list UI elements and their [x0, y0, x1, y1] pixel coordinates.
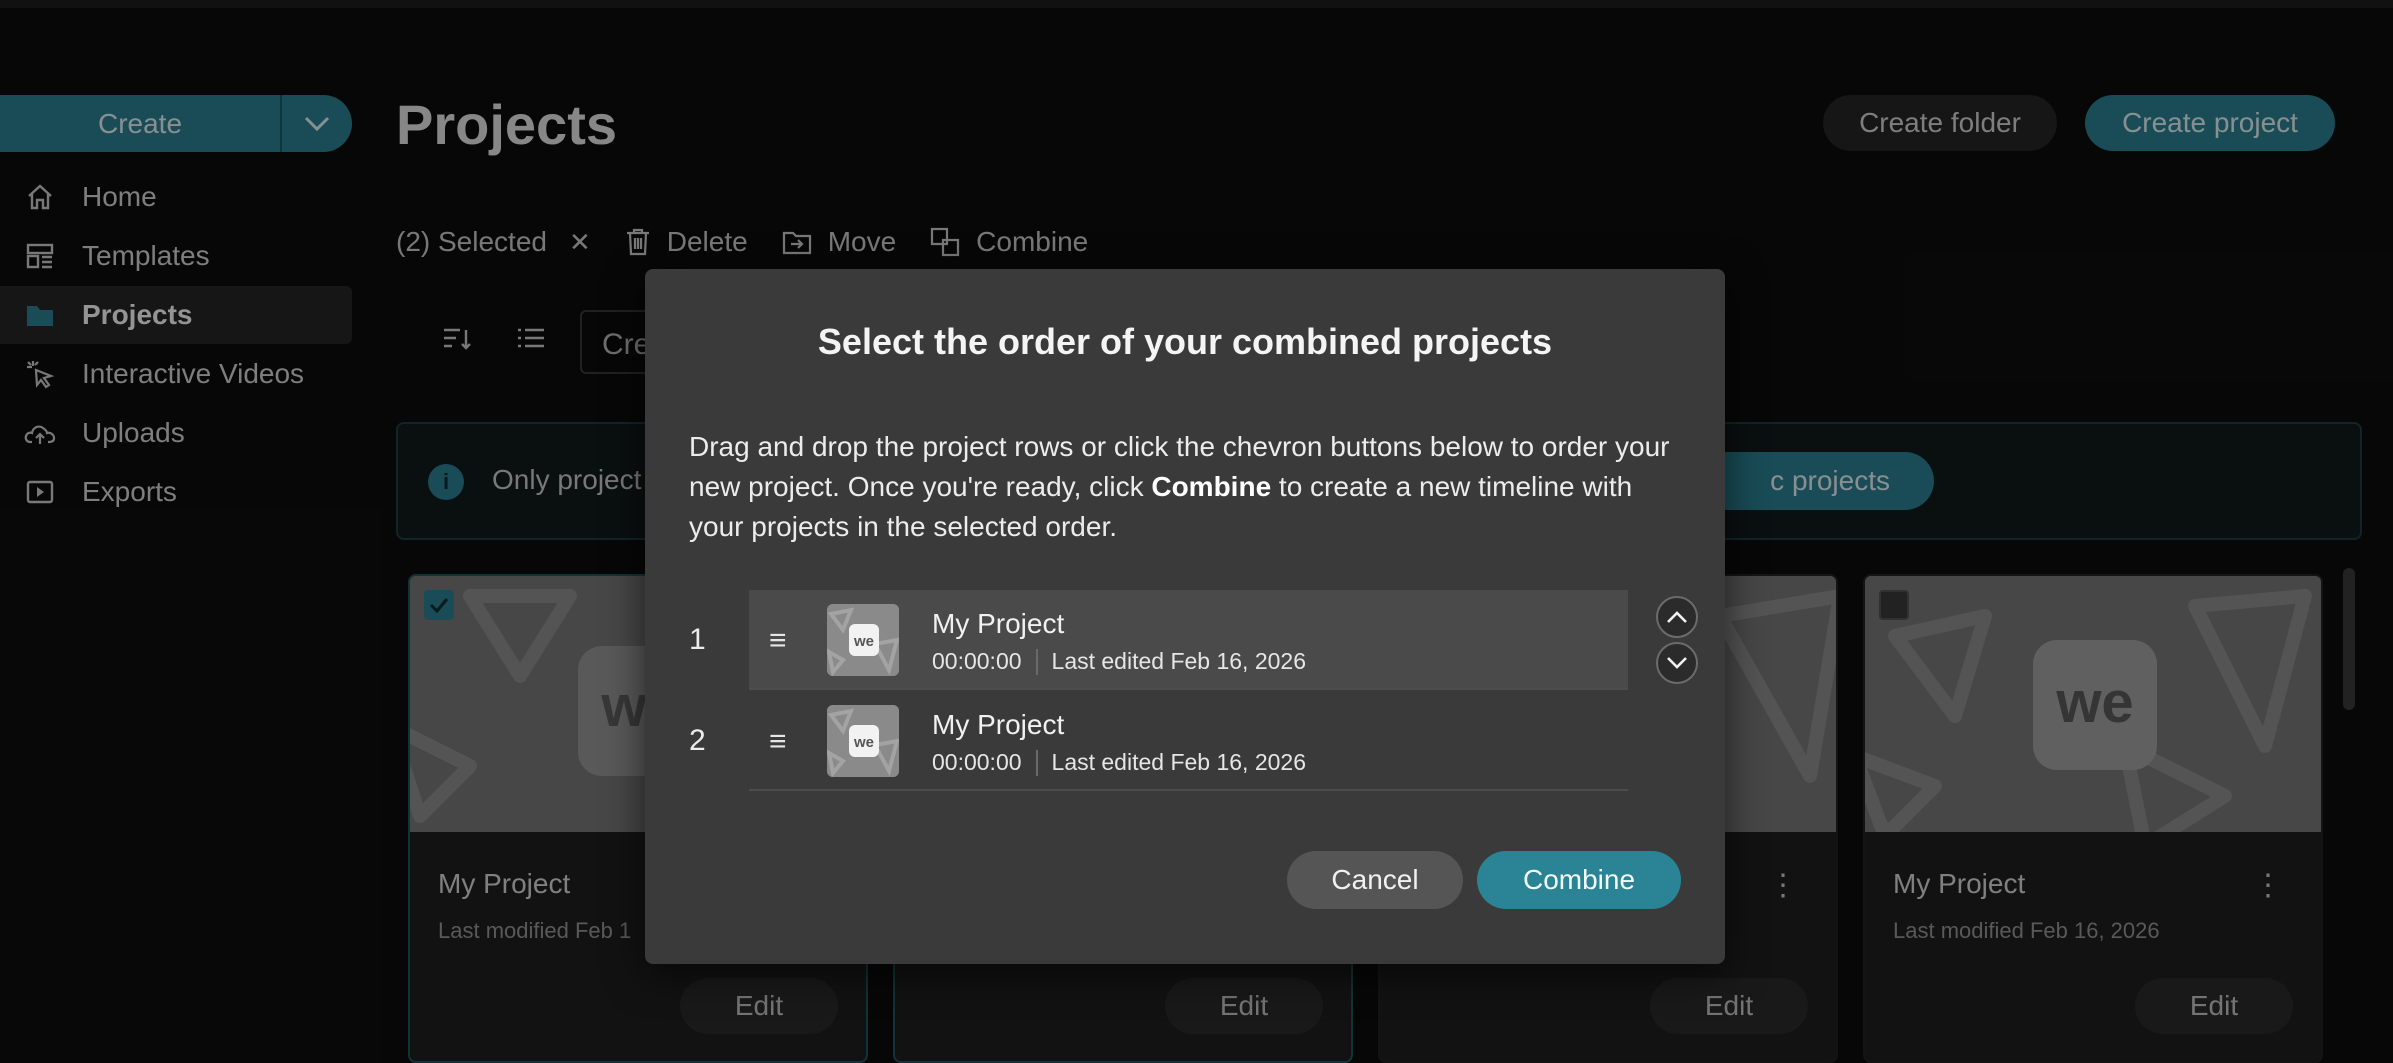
row-meta: 00:00:00 Last edited Feb 16, 2026	[932, 648, 1306, 675]
move-up-button[interactable]	[1656, 596, 1698, 638]
row-project-name: My Project	[932, 709, 1065, 740]
drag-handle-icon[interactable]: ≡	[769, 624, 787, 658]
divider	[1035, 749, 1038, 776]
dialog-description: Drag and drop the project rows or click …	[689, 427, 1689, 547]
svg-text:we: we	[853, 633, 874, 650]
project-thumbnail: we	[827, 604, 899, 676]
row-duration: 00:00:00	[932, 749, 1022, 775]
chevron-down-icon	[1667, 657, 1687, 669]
combine-confirm-button[interactable]: Combine	[1477, 851, 1681, 909]
desc-bold: Combine	[1151, 471, 1272, 502]
combine-order-dialog: Select the order of your combined projec…	[645, 269, 1725, 964]
drag-handle-icon[interactable]: ≡	[769, 725, 787, 759]
app-page: Create Home Templates Projects Interacti…	[0, 0, 2393, 1063]
project-order-row[interactable]: ≡ we My Project 00:00:00 Last edited Feb …	[749, 590, 1628, 690]
project-order-row[interactable]: ≡ we My Project 00:00:00 Last edited Feb …	[749, 691, 1628, 791]
row-edited: Last edited Feb 16, 2026	[1051, 749, 1307, 775]
divider	[1035, 648, 1038, 675]
row-duration: 00:00:00	[932, 648, 1022, 674]
dialog-title: Select the order of your combined projec…	[817, 321, 1553, 362]
svg-text:we: we	[853, 734, 874, 751]
cancel-button[interactable]: Cancel	[1287, 851, 1463, 909]
row-number: 1	[689, 623, 706, 656]
row-edited: Last edited Feb 16, 2026	[1051, 648, 1307, 674]
row-meta: 00:00:00 Last edited Feb 16, 2026	[932, 749, 1306, 776]
chevron-up-icon	[1667, 611, 1687, 623]
project-thumbnail: we	[827, 705, 899, 777]
row-number: 2	[689, 724, 706, 757]
move-down-button[interactable]	[1656, 642, 1698, 684]
row-project-name: My Project	[932, 608, 1065, 639]
